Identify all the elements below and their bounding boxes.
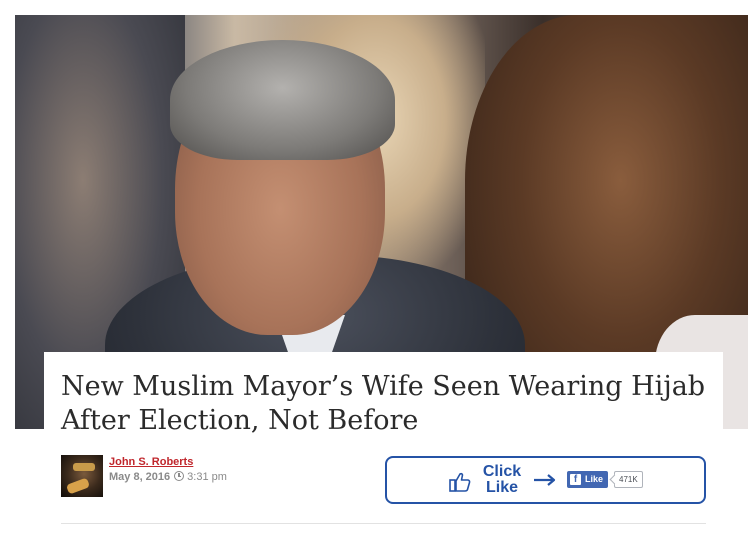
- post-meta: May 8, 2016 3:31 pm: [109, 470, 227, 483]
- post-time: 3:31 pm: [187, 471, 227, 483]
- author-avatar[interactable]: [61, 455, 103, 497]
- arrow-right-icon: [534, 474, 556, 486]
- facebook-like-label: Like: [585, 474, 604, 484]
- divider: [61, 523, 706, 524]
- post-date: May 8, 2016: [109, 471, 171, 483]
- clock-icon: [174, 471, 185, 481]
- article-headline: New Muslim Mayor’s Wife Seen Wearing Hij…: [61, 371, 706, 436]
- facebook-like-box[interactable]: Click Like f Like 471K: [385, 456, 706, 504]
- click-label: Click: [482, 463, 522, 480]
- avatar-hat: [73, 463, 95, 471]
- thumbs-up-icon: [449, 472, 471, 492]
- man-hair: [170, 40, 395, 160]
- click-like-text[interactable]: Click Like: [481, 464, 523, 496]
- author-name-link[interactable]: John S. Roberts: [109, 456, 193, 468]
- like-count: 471K: [614, 471, 643, 488]
- avatar-guitar: [65, 477, 91, 495]
- like-label: Like: [485, 479, 518, 496]
- facebook-icon: f: [570, 474, 581, 485]
- headline-box: New Muslim Mayor’s Wife Seen Wearing Hij…: [44, 352, 723, 438]
- facebook-like-button[interactable]: f Like: [567, 471, 609, 488]
